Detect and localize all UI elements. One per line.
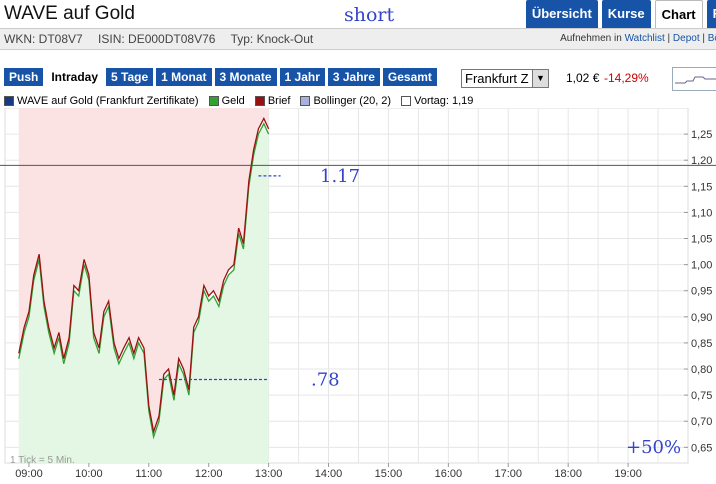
top-tabs: Übersicht Kurse Chart R [525,0,716,28]
security-meta: WKN: DT08V7 ISIN: DE000DT08V76 Typ: Knoc… [4,32,325,46]
last-price: 1,02 € [566,71,600,85]
y-tick-label: 0,90 [691,312,712,324]
legend-label-bollinger: Bollinger (20, 2) [313,95,392,107]
y-tick-label: 0,80 [691,364,712,376]
sparkline-thumbnail[interactable] [672,67,716,91]
x-tick-label: 16:00 [435,468,463,480]
legend-swatch-vortag [401,96,412,106]
range-gesamt-button[interactable]: Gesamt [382,68,437,86]
x-tick-label: 13:00 [255,468,283,480]
tick-interval-note: 1 Tick = 5 Min. [10,455,75,466]
tab-r[interactable]: R [706,0,716,28]
add-links: Aufnehmen in Watchlist | Depot | Bö [560,33,716,44]
price-change: -14,29% [604,71,649,85]
boerse-link[interactable]: Bö [708,33,716,44]
legend-label-wave: WAVE auf Gold (Frankfurt Zertifikate) [17,95,199,107]
type-label: Typ: Knock-Out [230,32,314,46]
range-3-jahre-button[interactable]: 3 Jahre [327,68,380,86]
x-axis-ticks: 09:00 10:00 11:00 12:00 13:00 14:00 15:00 16:00… [15,463,642,480]
short-annotation: short [344,4,395,26]
y-tick-label: 0,85 [691,338,712,350]
y-tick-label: 1,25 [691,129,712,141]
legend-swatch-brief [254,96,265,106]
legend-item-geld[interactable]: Geld [208,95,245,107]
legend-item-bollinger[interactable]: Bollinger (20, 2) [300,95,391,107]
x-tick-label: 18:00 [554,468,582,480]
x-tick-label: 15:00 [375,468,403,480]
range-5-tage-button[interactable]: 5 Tage [106,68,154,86]
chart-legend: WAVE auf Gold (Frankfurt Zertifikate) Ge… [4,95,473,107]
legend-item-wave[interactable]: WAVE auf Gold (Frankfurt Zertifikate) [4,95,199,107]
y-tick-label: 0,75 [691,390,712,402]
tab-chart[interactable]: Chart [654,0,703,28]
x-tick-label: 10:00 [75,468,103,480]
range-1-monat-button[interactable]: 1 Monat [156,68,212,86]
y-tick-label: 0,65 [691,442,712,454]
range-3-monate-button[interactable]: 3 Monate [214,68,277,86]
x-tick-label: 09:00 [15,468,43,480]
x-tick-label: 11:00 [135,468,162,480]
price-chart[interactable]: 1,25 1,20 1,15 1,10 1,05 1,00 0,95 0,90 0,85 0,80… [0,108,716,484]
range-1-jahr-button[interactable]: 1 Jahr [279,68,325,86]
links-prefix: Aufnehmen in [560,33,622,44]
chevron-down-icon[interactable]: ▼ [532,70,548,87]
tab-uebersicht[interactable]: Übersicht [525,0,598,28]
legend-label-vortag: Vortag: 1,19 [414,95,474,107]
range-intraday-button[interactable]: Intraday [46,68,104,86]
page-title: WAVE auf Gold [4,3,135,24]
y-tick-label: 0,95 [691,286,712,298]
y-tick-label: 1,10 [691,207,712,219]
range-selector: Push Intraday 5 Tage 1 Monat 3 Monate 1 … [4,68,437,86]
legend-swatch-bollinger [300,96,311,106]
y-tick-label: 1,20 [691,155,712,167]
annotation-label-078: .78 [311,369,340,390]
y-tick-label: 1,05 [691,234,712,246]
watchlist-link[interactable]: Watchlist [625,33,665,44]
x-tick-label: 12:00 [195,468,223,480]
legend-swatch-wave [4,96,14,106]
legend-item-brief[interactable]: Brief [254,95,291,107]
annotation-label-117: 1.17 [320,166,360,187]
y-tick-label: 1,15 [691,181,712,193]
sparkline-icon [675,76,716,84]
annotation-label-gain: +50% [626,437,681,458]
y-tick-label: 1,00 [691,260,712,272]
tab-kurse[interactable]: Kurse [601,0,651,28]
x-tick-label: 19:00 [614,468,642,480]
info-bar: WKN: DT08V7 ISIN: DE000DT08V76 Typ: Knoc… [0,28,716,50]
x-tick-label: 17:00 [494,468,522,480]
isin-label: ISIN: DE000DT08V76 [98,32,216,46]
exchange-select-value: Frankfurt Z [465,71,529,86]
exchange-select[interactable]: Frankfurt Z ▼ [461,69,549,88]
depot-link[interactable]: Depot [673,33,700,44]
y-tick-label: 0,70 [691,416,712,428]
legend-label-geld: Geld [221,95,245,107]
x-tick-label: 14:00 [315,468,343,480]
legend-label-brief: Brief [267,95,291,107]
range-push-button[interactable]: Push [4,68,44,86]
chart-fills [18,108,269,463]
wkn-label: WKN: DT08V7 [4,32,83,46]
legend-item-vortag[interactable]: Vortag: 1,19 [401,95,473,107]
legend-swatch-geld [208,96,219,106]
